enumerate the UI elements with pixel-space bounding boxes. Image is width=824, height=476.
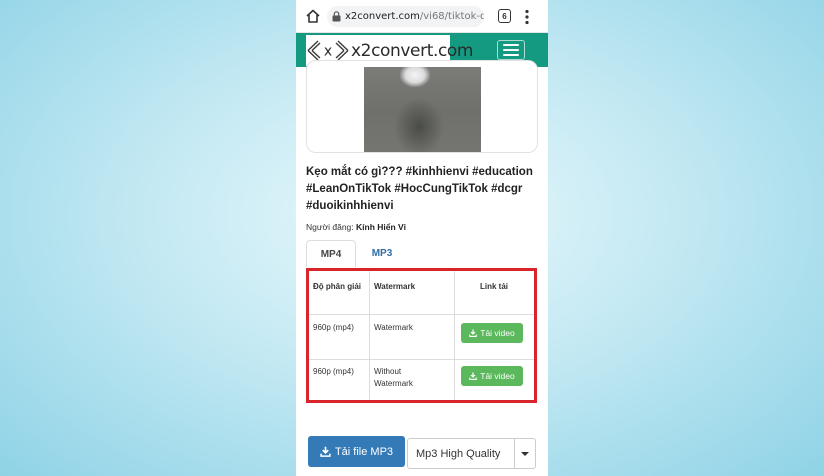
tab-mp4[interactable]: MP4	[306, 240, 356, 267]
video-thumbnail-card	[306, 60, 538, 153]
tab-mp3[interactable]: MP3	[358, 240, 406, 267]
download-table: Độ phân giải Watermark Link tải 960p (mp…	[306, 268, 537, 403]
tab-switcher-button[interactable]: 6	[498, 9, 511, 23]
download-video-button-watermark[interactable]: Tải video	[461, 323, 523, 343]
download-icon	[469, 372, 477, 380]
download-icon	[469, 329, 477, 337]
home-icon[interactable]	[305, 8, 321, 24]
poster-line: Người đăng: Kính Hiển Vi	[306, 222, 406, 232]
more-vert-icon[interactable]	[524, 9, 530, 25]
url-host: x2convert.com	[345, 11, 420, 22]
lock-icon	[332, 11, 341, 22]
phone-screen: x2convert.com/vi68/tiktok-d 6 x x2conver…	[296, 0, 548, 476]
header-resolution: Độ phân giải	[313, 282, 361, 291]
quality-select-value: Mp3 High Quality	[416, 447, 501, 460]
download-video-button-no-watermark[interactable]: Tải video	[461, 366, 523, 386]
url-text: x2convert.com/vi68/tiktok-d	[345, 11, 484, 22]
row1-resolution: 960p (mp4)	[313, 323, 354, 332]
format-tabs: MP4 MP3	[306, 240, 538, 267]
browser-toolbar: x2convert.com/vi68/tiktok-d 6	[296, 0, 548, 33]
row2-watermark: Without Watermark	[374, 367, 413, 388]
row1-watermark: Watermark	[374, 323, 413, 332]
caret-down-icon	[521, 451, 529, 456]
poster-name: Kính Hiển Vi	[356, 222, 406, 232]
quality-select[interactable]: Mp3 High Quality	[407, 438, 536, 469]
header-link: Link tải	[479, 282, 508, 291]
logo-mark-text: x	[324, 44, 332, 60]
address-bar[interactable]: x2convert.com/vi68/tiktok-d	[327, 6, 484, 27]
poster-label: Người đăng:	[306, 222, 354, 232]
row2-resolution: 960p (mp4)	[313, 367, 354, 376]
download-mp3-button[interactable]: Tải file MP3	[308, 436, 405, 467]
mp3-button-label: Tải file MP3	[334, 445, 394, 458]
logo-text: x2convert.com	[351, 40, 474, 61]
header-watermark: Watermark	[374, 282, 416, 291]
url-path: /vi68/tiktok-d	[419, 11, 484, 22]
video-title: Kẹo mắt có gì??? #kinhhienvi #education …	[306, 166, 533, 212]
video-thumbnail	[364, 67, 481, 152]
download-label: Tải video	[480, 328, 515, 338]
hamburger-menu-icon[interactable]	[497, 40, 525, 60]
quality-dropdown-toggle[interactable]	[514, 439, 535, 468]
download-label: Tải video	[480, 371, 515, 381]
download-icon	[320, 446, 331, 457]
